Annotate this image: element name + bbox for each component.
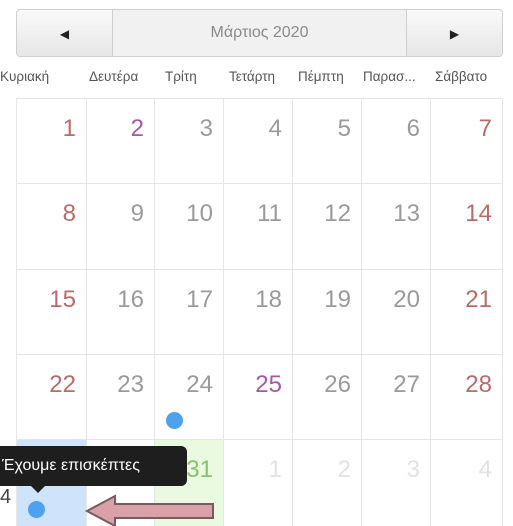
day-number: 14 bbox=[465, 200, 492, 227]
day-number: 24 bbox=[186, 371, 213, 398]
weekday-sunday: Κυριακή bbox=[0, 69, 50, 84]
weekday-friday: Παρασ... bbox=[363, 69, 416, 84]
month-title: Μάρτιος 2020 bbox=[210, 24, 309, 41]
day-cell[interactable]: 19 bbox=[293, 270, 362, 355]
event-tooltip: Έχουμε επισκέπτες bbox=[0, 446, 187, 486]
day-cell[interactable]: 9 bbox=[87, 184, 155, 270]
day-number: 9 bbox=[130, 200, 144, 227]
day-number: 17 bbox=[186, 286, 213, 313]
day-number: 1 bbox=[268, 456, 282, 483]
day-cell[interactable]: 10 bbox=[155, 184, 224, 270]
day-number: 15 bbox=[49, 286, 76, 313]
day-cell[interactable]: 26 bbox=[293, 355, 362, 440]
day-number: 25 bbox=[255, 371, 282, 398]
day-number: 4 bbox=[268, 115, 282, 142]
day-number: 4 bbox=[478, 456, 492, 483]
day-cell[interactable]: 23 bbox=[87, 355, 155, 440]
caret-right-icon: ▶ bbox=[449, 26, 460, 41]
next-month-button[interactable]: ▶ bbox=[406, 10, 502, 56]
day-number: 6 bbox=[406, 115, 420, 142]
day-cell[interactable]: 2 bbox=[293, 440, 362, 526]
weekday-saturday: Σάββατο bbox=[435, 69, 488, 84]
day-cell[interactable]: 1 bbox=[16, 98, 87, 184]
day-cell[interactable]: 13 bbox=[362, 184, 431, 270]
day-number: 20 bbox=[393, 286, 420, 313]
day-cell[interactable]: 18 bbox=[224, 270, 293, 355]
day-number: 12 bbox=[324, 200, 351, 227]
caret-left-icon: ◀ bbox=[59, 26, 70, 41]
day-number: 5 bbox=[337, 115, 351, 142]
day-cell[interactable]: 24 bbox=[155, 355, 224, 440]
day-cell[interactable]: 3 bbox=[362, 440, 431, 526]
day-number: 18 bbox=[255, 286, 282, 313]
day-cell[interactable]: 3 bbox=[155, 98, 224, 184]
day-number: 31 bbox=[186, 456, 213, 483]
day-number: 21 bbox=[465, 286, 492, 313]
day-number: 7 bbox=[478, 115, 492, 142]
day-number: 8 bbox=[62, 200, 76, 227]
day-cell[interactable]: 4 bbox=[431, 440, 503, 526]
day-cell[interactable]: 7 bbox=[431, 98, 503, 184]
day-cell[interactable]: 14 bbox=[431, 184, 503, 270]
partial-day-number: 4 bbox=[0, 486, 12, 508]
day-number: 10 bbox=[186, 200, 213, 227]
day-cell[interactable]: 12 bbox=[293, 184, 362, 270]
day-cell[interactable]: 1 bbox=[224, 440, 293, 526]
tooltip-caret bbox=[31, 486, 45, 493]
pointer-arrow-icon bbox=[85, 494, 214, 526]
day-number: 28 bbox=[465, 371, 492, 398]
weekday-monday: Δευτέρα bbox=[89, 69, 139, 84]
weekday-wednesday: Τετάρτη bbox=[229, 69, 276, 84]
day-cell[interactable]: 28 bbox=[431, 355, 503, 440]
day-cell[interactable]: 8 bbox=[16, 184, 87, 270]
day-cell[interactable]: 25 bbox=[224, 355, 293, 440]
day-number: 16 bbox=[117, 286, 144, 313]
day-number: 2 bbox=[130, 115, 144, 142]
day-number: 22 bbox=[49, 371, 76, 398]
event-dot[interactable] bbox=[166, 412, 183, 429]
day-cell[interactable]: 22 bbox=[16, 355, 87, 440]
day-cell[interactable]: 11 bbox=[224, 184, 293, 270]
day-number: 1 bbox=[62, 115, 76, 142]
day-number: 26 bbox=[324, 371, 351, 398]
day-cell[interactable]: 17 bbox=[155, 270, 224, 355]
day-number: 3 bbox=[406, 456, 420, 483]
calendar-nav: ◀ Μάρτιος 2020 ▶ bbox=[16, 9, 503, 57]
day-cell[interactable]: 5 bbox=[293, 98, 362, 184]
day-number: 13 bbox=[393, 200, 420, 227]
day-cell[interactable]: 2 bbox=[87, 98, 155, 184]
day-number: 23 bbox=[117, 371, 144, 398]
weekday-thursday: Πέμπτη bbox=[298, 69, 344, 84]
day-cell[interactable]: 6 bbox=[362, 98, 431, 184]
day-cell[interactable]: 20 bbox=[362, 270, 431, 355]
day-number: 11 bbox=[257, 200, 282, 227]
event-dot[interactable] bbox=[28, 501, 45, 518]
day-cell[interactable]: 4 bbox=[224, 98, 293, 184]
day-number: 2 bbox=[337, 456, 351, 483]
day-number: 27 bbox=[393, 371, 420, 398]
day-number: 19 bbox=[324, 286, 351, 313]
prev-month-button[interactable]: ◀ bbox=[17, 10, 113, 56]
weekday-tuesday: Τρίτη bbox=[165, 69, 197, 84]
day-cell[interactable]: 15 bbox=[16, 270, 87, 355]
day-cell[interactable]: 21 bbox=[431, 270, 503, 355]
day-cell[interactable]: 27 bbox=[362, 355, 431, 440]
day-cell[interactable]: 16 bbox=[87, 270, 155, 355]
day-number: 3 bbox=[199, 115, 213, 142]
